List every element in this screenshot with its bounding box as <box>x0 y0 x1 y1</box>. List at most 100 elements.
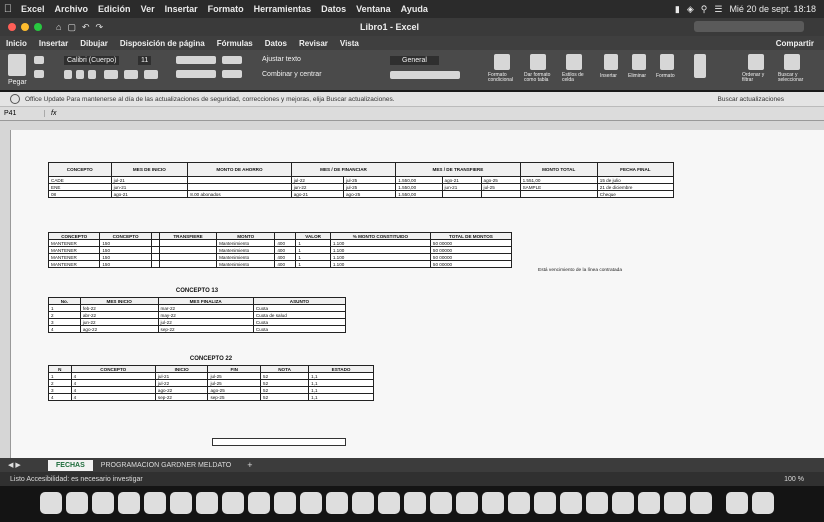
cut-icon[interactable] <box>34 56 44 64</box>
tab-disposicion[interactable]: Disposición de página <box>114 39 211 48</box>
battery-icon[interactable]: ▮ <box>675 4 680 15</box>
add-sheet-button[interactable]: + <box>239 460 260 470</box>
tab-datos[interactable]: Datos <box>259 39 293 48</box>
paste-icon[interactable] <box>8 54 26 76</box>
delete-cells-icon[interactable] <box>632 54 646 70</box>
dock-app-icon[interactable] <box>170 492 192 514</box>
tab-dibujar[interactable]: Dibujar <box>74 39 114 48</box>
wifi-icon[interactable]: ◈ <box>687 4 694 15</box>
find-select-icon[interactable] <box>784 54 800 70</box>
menu-ver[interactable]: Ver <box>136 4 160 14</box>
bold-icon[interactable] <box>64 70 72 79</box>
search-field[interactable] <box>694 21 804 32</box>
insert-cells-icon[interactable] <box>604 54 618 70</box>
merge-center-button[interactable]: Combinar y centrar <box>262 71 322 78</box>
font-size-select[interactable]: 11 <box>138 56 152 65</box>
number-format-icons[interactable] <box>390 71 460 79</box>
dock-app-icon[interactable] <box>612 492 634 514</box>
sheet-tab-fechas[interactable]: FECHAS <box>48 459 93 471</box>
menu-formato[interactable]: Formato <box>203 4 249 14</box>
dock-app-icon[interactable] <box>248 492 270 514</box>
format-as-table-icon[interactable] <box>530 54 546 70</box>
minimize-window-button[interactable] <box>21 23 29 31</box>
save-icon[interactable]: ▢ <box>67 22 76 33</box>
copy-icon[interactable] <box>34 70 44 78</box>
dock-app-icon[interactable] <box>404 492 426 514</box>
redo-icon[interactable]: ↷ <box>96 22 104 33</box>
dock-app-icon[interactable] <box>456 492 478 514</box>
cell-styles-icon[interactable] <box>566 54 582 70</box>
dock-app-icon[interactable] <box>560 492 582 514</box>
search-icon[interactable]: ⚲ <box>701 4 708 15</box>
tab-revisar[interactable]: Revisar <box>293 39 334 48</box>
menu-ayuda[interactable]: Ayuda <box>396 4 433 14</box>
tab-inicio[interactable]: Inicio <box>0 39 33 48</box>
dock-app-icon[interactable] <box>378 492 400 514</box>
align-left-icons[interactable] <box>176 70 216 78</box>
selected-cell-box[interactable] <box>212 438 346 446</box>
wrap-text-button[interactable]: Ajustar texto <box>262 56 301 63</box>
align-top-icons[interactable] <box>176 56 216 64</box>
font-color-icon[interactable] <box>144 70 158 79</box>
dock-app-icon[interactable] <box>196 492 218 514</box>
name-box[interactable]: P41 <box>0 110 45 117</box>
italic-icon[interactable] <box>76 70 84 79</box>
dock-app-icon[interactable] <box>222 492 244 514</box>
dock-app-icon[interactable] <box>300 492 322 514</box>
font-name-select[interactable]: Calibri (Cuerpo) <box>64 56 120 65</box>
sort-filter-icon[interactable] <box>748 54 764 70</box>
undo-icon[interactable]: ↶ <box>82 22 90 33</box>
dock-app-icon[interactable] <box>690 492 712 514</box>
row-headers[interactable] <box>0 130 11 458</box>
t3-h1: MES INICIO <box>79 297 159 305</box>
dock-app-icon[interactable] <box>586 492 608 514</box>
menu-archivo[interactable]: Archivo <box>50 4 94 14</box>
sheet-grid[interactable]: CONCEPTO MES DE INICIO MONTO DE AHORRO M… <box>0 130 824 458</box>
zoom-window-button[interactable] <box>34 23 42 31</box>
menu-herramientas[interactable]: Herramientas <box>249 4 317 14</box>
tab-vista[interactable]: Vista <box>334 39 365 48</box>
home-icon[interactable]: ⌂ <box>56 22 61 33</box>
menu-ventana[interactable]: Ventana <box>351 4 396 14</box>
underline-icon[interactable] <box>88 70 96 79</box>
dock-app-icon[interactable] <box>274 492 296 514</box>
conditional-format-icon[interactable] <box>494 54 510 70</box>
dock-app-icon[interactable] <box>352 492 374 514</box>
zoom-level[interactable]: 100 % <box>784 476 824 483</box>
indent-icon[interactable] <box>222 70 242 78</box>
finder-icon[interactable] <box>40 492 62 514</box>
trash-icon[interactable] <box>752 492 774 514</box>
clock[interactable]: Mié 20 de sept. 18:18 <box>729 4 816 14</box>
menu-edicion[interactable]: Edición <box>93 4 136 14</box>
dock-app-icon[interactable] <box>144 492 166 514</box>
sheet-nav-arrows[interactable]: ◀ ▶ <box>0 461 48 469</box>
tab-insertar[interactable]: Insertar <box>33 39 74 48</box>
apple-icon[interactable]:  <box>0 3 16 15</box>
format-cells-icon[interactable] <box>660 54 674 70</box>
menu-insertar[interactable]: Insertar <box>160 4 203 14</box>
share-button[interactable]: Compartir <box>776 39 824 48</box>
number-format-select[interactable]: General <box>390 56 439 65</box>
dock-app-icon[interactable] <box>508 492 530 514</box>
dock-app-icon[interactable] <box>482 492 504 514</box>
fill-color-icon[interactable] <box>124 70 138 79</box>
close-window-button[interactable] <box>8 23 16 31</box>
dock-app-icon[interactable] <box>92 492 114 514</box>
dock-app-icon[interactable] <box>430 492 452 514</box>
dock-app-icon[interactable] <box>66 492 88 514</box>
dock-app-icon[interactable] <box>664 492 686 514</box>
tab-formulas[interactable]: Fórmulas <box>211 39 259 48</box>
sheet-tab-programacion[interactable]: PROGRAMACION GARDNER MELDATO <box>93 460 239 471</box>
check-updates-button[interactable]: Buscar actualizaciones <box>718 96 784 103</box>
orientation-icon[interactable] <box>222 56 242 64</box>
dock-app-icon[interactable] <box>534 492 556 514</box>
dock-app-icon[interactable] <box>118 492 140 514</box>
borders-icon[interactable] <box>104 70 118 79</box>
menu-datos[interactable]: Datos <box>316 4 351 14</box>
autosum-icons[interactable] <box>694 54 706 78</box>
control-center-icon[interactable]: ☰ <box>714 4 722 15</box>
menu-excel[interactable]: Excel <box>16 4 50 14</box>
downloads-icon[interactable] <box>726 492 748 514</box>
dock-app-icon[interactable] <box>326 492 348 514</box>
dock-app-icon[interactable] <box>638 492 660 514</box>
